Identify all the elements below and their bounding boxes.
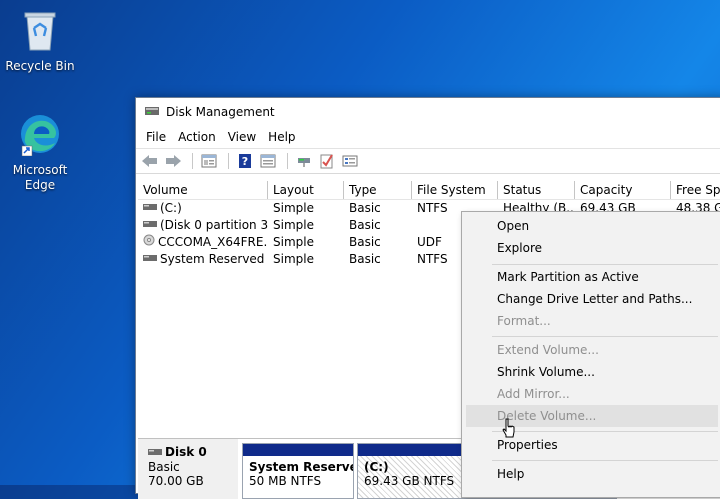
- toolbar-separator: [287, 153, 288, 169]
- svg-text:?: ?: [242, 155, 248, 168]
- drive-icon: [143, 200, 157, 217]
- volume-layout: Simple: [273, 252, 314, 266]
- menu-help[interactable]: Help: [262, 126, 301, 148]
- menu-item-open[interactable]: Open: [466, 215, 718, 237]
- disk-size: 70.00 GB: [148, 473, 204, 488]
- volume-type: Basic: [349, 201, 381, 215]
- partition-name: System Reserved: [249, 460, 353, 474]
- settings-icon[interactable]: [340, 152, 360, 170]
- menu-item-change-drive-letter[interactable]: Change Drive Letter and Paths...: [466, 288, 718, 310]
- recycle-bin-label: Recycle Bin: [5, 59, 75, 73]
- menu-separator: [492, 264, 718, 265]
- column-header-status[interactable]: Status: [498, 181, 575, 199]
- drive-icon: [143, 251, 157, 268]
- volume-layout: Simple: [273, 218, 314, 232]
- volume-type: Basic: [349, 218, 381, 232]
- partition-system-reserved[interactable]: System Reserved 50 MB NTFS: [242, 443, 354, 499]
- context-menu: Open Explore Mark Partition as Active Ch…: [461, 211, 720, 498]
- forward-arrow-icon[interactable]: [163, 152, 183, 170]
- menu-item-add-mirror[interactable]: Add Mirror...: [466, 383, 718, 405]
- disk-label[interactable]: Disk 0 Basic 70.00 GB: [138, 439, 238, 499]
- drive-icon: [148, 446, 162, 460]
- partition-bar: [243, 444, 353, 456]
- desktop-icon-recycle-bin[interactable]: Recycle Bin: [0, 8, 80, 74]
- toolbar: ?: [136, 148, 720, 174]
- disk-management-icon: [144, 104, 160, 121]
- edge-icon: [0, 112, 80, 159]
- column-header-layout[interactable]: Layout: [268, 181, 344, 199]
- column-header-free-space[interactable]: Free Spa: [671, 181, 720, 199]
- volume-type: Basic: [349, 252, 381, 266]
- menu-item-format[interactable]: Format...: [466, 310, 718, 332]
- window-title: Disk Management: [166, 105, 275, 119]
- back-arrow-icon[interactable]: [140, 152, 160, 170]
- drive-icon: [143, 217, 157, 234]
- volume-layout: Simple: [273, 201, 314, 215]
- toolbar-separator: [228, 153, 229, 169]
- toolbar-separator: [192, 153, 193, 169]
- menu-item-explore[interactable]: Explore: [466, 237, 718, 259]
- desktop-icon-edge[interactable]: Microsoft Edge: [0, 112, 80, 193]
- help-icon[interactable]: ?: [235, 152, 255, 170]
- disk-list-icon[interactable]: [199, 152, 219, 170]
- volume-name: CCCOMA_X64FRE...: [158, 235, 268, 249]
- menu-separator: [492, 460, 718, 461]
- column-header-volume[interactable]: Volume: [138, 181, 268, 199]
- menu-view[interactable]: View: [222, 126, 262, 148]
- menu-item-extend-volume[interactable]: Extend Volume...: [466, 339, 718, 361]
- column-header-capacity[interactable]: Capacity: [575, 181, 671, 199]
- volume-type: Basic: [349, 235, 381, 249]
- column-header-type[interactable]: Type: [344, 181, 412, 199]
- column-header-file-system[interactable]: File System: [412, 181, 498, 199]
- volume-name: (C:): [160, 201, 182, 215]
- volume-name: (Disk 0 partition 3): [160, 218, 268, 232]
- menu-file[interactable]: File: [140, 126, 172, 148]
- menu-action[interactable]: Action: [172, 126, 222, 148]
- menu-item-mark-partition-active[interactable]: Mark Partition as Active: [466, 266, 718, 288]
- menu-item-shrink-volume[interactable]: Shrink Volume...: [466, 361, 718, 383]
- mouse-cursor-icon: [502, 418, 516, 443]
- cd-icon: [143, 234, 155, 251]
- menu-separator: [492, 431, 718, 432]
- menu-separator: [492, 336, 718, 337]
- partition-detail: 50 MB NTFS: [249, 474, 322, 488]
- recycle-bin-icon: [0, 8, 80, 55]
- disk-type: Basic: [148, 459, 180, 474]
- menu-item-help[interactable]: Help: [466, 463, 718, 485]
- disk-name: Disk 0: [165, 445, 207, 459]
- volume-list-header: Volume Layout Type File System Status Ca…: [138, 181, 720, 200]
- check-icon[interactable]: [317, 152, 337, 170]
- menu-bar: File Action View Help: [136, 126, 720, 148]
- edge-label: Microsoft Edge: [12, 163, 68, 192]
- title-bar[interactable]: Disk Management: [136, 98, 720, 126]
- volume-name: System Reserved: [160, 252, 265, 266]
- volume-layout: Simple: [273, 235, 314, 249]
- properties-icon[interactable]: [258, 152, 278, 170]
- connect-icon[interactable]: [294, 152, 314, 170]
